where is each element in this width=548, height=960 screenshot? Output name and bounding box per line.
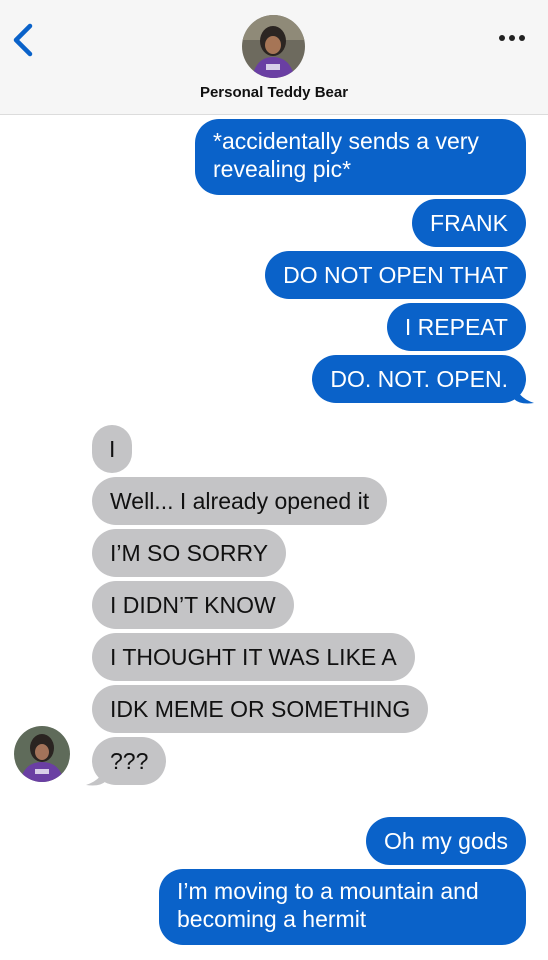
message-text: ??? [110, 748, 149, 774]
message-bubble-sent[interactable]: I REPEAT [386, 303, 526, 351]
message-bubble-sent[interactable]: DO. NOT. OPEN. [312, 355, 526, 403]
message-bubble-received[interactable]: I THOUGHT IT WAS LIKE A [92, 633, 415, 681]
sender-avatar[interactable] [14, 726, 70, 782]
message-text: revealing pic* [213, 156, 352, 182]
contact-name[interactable]: Personal Teddy Bear [0, 84, 548, 101]
message-text: I REPEAT [404, 314, 508, 340]
message-bubble-received[interactable]: I DIDN’T KNOW [92, 581, 294, 629]
message-bubble-sent[interactable]: FRANK [412, 199, 526, 247]
message-bubble-received[interactable]: IDK MEME OR SOMETHING [92, 685, 429, 733]
message-bubble-received[interactable]: I [92, 425, 133, 473]
more-options-button[interactable] [496, 26, 528, 50]
message-bubble-sent[interactable]: *accidentally sends a very revealing pic… [195, 119, 526, 195]
message-text: I THOUGHT IT WAS LIKE A [110, 644, 397, 670]
message-bubble-sent[interactable]: I’m moving to a mountain and becoming a … [159, 869, 526, 945]
message-text: becoming a hermit [177, 906, 367, 932]
back-button[interactable] [8, 20, 38, 60]
message-text: Oh my gods [384, 828, 508, 854]
message-bubble-sent[interactable]: DO NOT OPEN THAT [265, 251, 526, 299]
message-bubble-sent[interactable]: Oh my gods [366, 817, 526, 865]
message-text: I’m moving to a mountain and [177, 878, 479, 904]
message-text: FRANK [430, 210, 508, 236]
contact-avatar[interactable] [242, 15, 305, 78]
ellipsis-icon [499, 35, 525, 41]
message-bubble-received[interactable]: Well... I already opened it [92, 477, 388, 525]
bubble-tail [514, 381, 534, 404]
bubble-tail [86, 763, 106, 786]
message-text: I [109, 436, 116, 462]
chevron-left-icon [13, 23, 33, 57]
message-text: DO. NOT. OPEN. [330, 366, 508, 392]
message-text: Well... I already opened it [110, 488, 370, 514]
message-text: IDK MEME OR SOMETHING [110, 696, 411, 722]
conversation-header: Personal Teddy Bear [0, 0, 548, 115]
message-text: I DIDN’T KNOW [110, 592, 276, 618]
message-bubble-received[interactable]: I’M SO SORRY [92, 529, 287, 577]
message-text: I’M SO SORRY [110, 540, 269, 566]
message-text: DO NOT OPEN THAT [283, 262, 508, 288]
message-text: *accidentally sends a very [213, 128, 479, 154]
